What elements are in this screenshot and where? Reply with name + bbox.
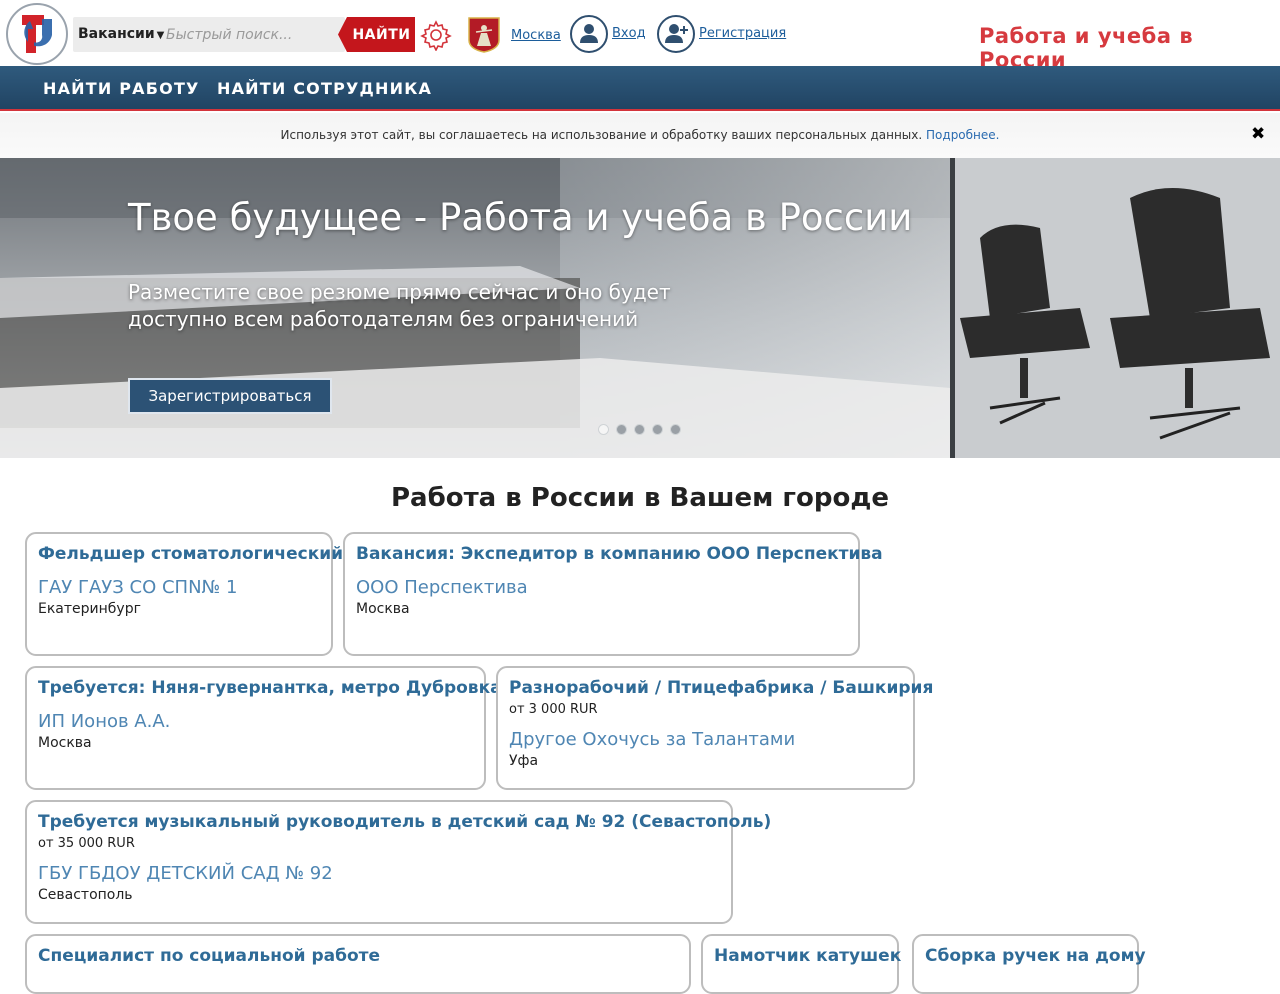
top-header: Вакансии▼ НАЙТИ Москва Вход Регистрация … — [0, 0, 1280, 72]
chevron-down-icon: ▼ — [156, 30, 165, 41]
job-card[interactable]: Разнорабочий / Птицефабрика / Башкирия о… — [496, 666, 933, 790]
job-company[interactable]: ООО Перспектива — [356, 577, 848, 598]
site-logo[interactable] — [6, 3, 68, 65]
register-link[interactable]: Регистрация — [699, 26, 786, 41]
job-title[interactable]: Сборка ручек на дому — [925, 946, 1146, 966]
login-button[interactable] — [570, 15, 608, 53]
job-card[interactable]: Намотчик катушек — [701, 934, 901, 994]
job-card[interactable]: Специалист по социальной работе — [25, 934, 691, 994]
job-card[interactable]: Требуется: Няня-гувернантка, метро Дубро… — [25, 666, 508, 790]
job-company[interactable]: ГБУ ГБДОУ ДЕТСКИЙ САД № 92 — [38, 863, 721, 884]
cookie-text: Используя этот сайт, вы соглашаетесь на … — [280, 128, 923, 142]
slider-dot-2[interactable] — [616, 424, 627, 435]
job-card[interactable]: Вакансия: Экспедитор в компанию ООО Перс… — [343, 532, 883, 656]
nav-find-employee[interactable]: НАЙТИ СОТРУДНИКА — [217, 79, 432, 98]
gear-icon[interactable] — [420, 19, 452, 51]
job-salary: от 3 000 RUR — [509, 702, 598, 717]
user-add-icon — [665, 24, 688, 43]
job-title[interactable]: Специалист по социальной работе — [38, 946, 679, 966]
main-nav: НАЙТИ РАБОТУ НАЙТИ СОТРУДНИКА — [0, 66, 1280, 111]
hero-subtitle: Разместите свое резюме прямо сейчас и он… — [128, 280, 671, 331]
slider-dot-4[interactable] — [652, 424, 663, 435]
nav-find-job[interactable]: НАЙТИ РАБОТУ — [43, 79, 200, 98]
cookie-banner: Используя этот сайт, вы соглашаетесь на … — [0, 113, 1280, 158]
logo-mark-icon — [22, 15, 52, 53]
job-city: Севастополь — [38, 887, 133, 903]
job-company[interactable]: ИП Ионов А.А. — [38, 711, 474, 732]
job-title[interactable]: Требуется музыкальный руководитель в дет… — [38, 812, 771, 832]
moscow-coat-of-arms-icon — [468, 17, 500, 53]
job-card[interactable]: Фельдшер стоматологический ГАУ ГАУЗ СО С… — [25, 532, 343, 656]
search-type-select[interactable]: Вакансии ▼ — [78, 26, 164, 42]
job-title[interactable]: Разнорабочий / Птицефабрика / Башкирия — [509, 678, 933, 698]
slider-dots — [598, 420, 688, 435]
user-icon — [580, 24, 598, 43]
job-city: Уфа — [509, 753, 539, 769]
job-city: Москва — [356, 601, 410, 617]
job-card[interactable]: Требуется музыкальный руководитель в дет… — [25, 800, 771, 924]
region-link[interactable]: Москва — [511, 28, 561, 43]
job-card[interactable]: Сборка ручек на дому — [912, 934, 1146, 994]
site-title[interactable]: Работа и учеба в России — [979, 24, 1280, 72]
slider-dot-3[interactable] — [634, 424, 645, 435]
cookie-text-line: Используя этот сайт, вы соглашаетесь на … — [0, 128, 1280, 142]
search-box: Вакансии ▼ — [73, 17, 345, 52]
job-title[interactable]: Намотчик катушек — [714, 946, 901, 966]
section-title: Работа в России в Вашем городе — [391, 483, 889, 513]
job-company[interactable]: Другое Охочусь за Талантами — [509, 729, 903, 750]
job-title[interactable]: Фельдшер стоматологический — [38, 544, 343, 564]
cookie-more-link[interactable]: Подробнее. — [926, 128, 999, 142]
slider-dot-1[interactable] — [598, 424, 609, 435]
job-city: Екатеринбург — [38, 601, 141, 617]
search-button[interactable]: НАЙТИ — [338, 17, 415, 52]
job-salary: от 35 000 RUR — [38, 836, 135, 851]
search-type-label: Вакансии — [78, 26, 155, 42]
register-button[interactable] — [657, 15, 695, 53]
hero-banner: Твое будущее - Работа и учеба в России Р… — [0, 158, 1280, 458]
job-title[interactable]: Требуется: Няня-гувернантка, метро Дубро… — [38, 678, 508, 698]
hero-title: Твое будущее - Работа и учеба в России — [128, 196, 913, 239]
slider-dot-5[interactable] — [670, 424, 681, 435]
job-title[interactable]: Вакансия: Экспедитор в компанию ООО Перс… — [356, 544, 883, 564]
job-company[interactable]: ГАУ ГАУЗ СО СПN№ 1 — [38, 577, 321, 598]
login-link[interactable]: Вход — [612, 26, 646, 41]
close-icon[interactable]: ✖ — [1251, 124, 1265, 144]
search-input[interactable] — [166, 21, 338, 48]
hero-register-button[interactable]: Зарегистрироваться — [128, 378, 332, 414]
job-city: Москва — [38, 735, 92, 751]
